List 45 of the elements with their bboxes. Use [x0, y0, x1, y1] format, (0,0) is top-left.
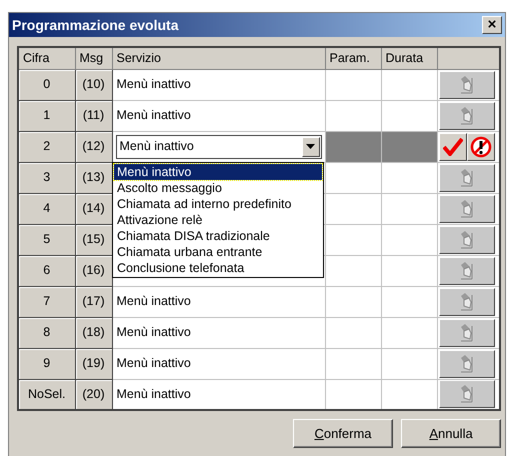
dialog-button[interactable]: Annulla: [401, 419, 501, 448]
column-header: Servizio: [112, 47, 325, 69]
message-cell: (19): [75, 348, 112, 379]
message-cell: (10): [75, 69, 112, 100]
dialog-button[interactable]: Conferma: [293, 419, 393, 448]
message-cell: (12): [75, 131, 112, 162]
dropdown-option[interactable]: Ascolto messaggio: [114, 180, 322, 196]
column-header: Msg: [75, 47, 112, 69]
message-cell: (13): [75, 162, 112, 193]
dropdown-option[interactable]: Chiamata urbana entrante: [114, 244, 322, 260]
digit-cell: 0: [18, 69, 75, 100]
message-cell: (16): [75, 255, 112, 286]
digit-cell: 3: [18, 162, 75, 193]
cancel-button[interactable]: [466, 132, 494, 160]
close-button[interactable]: ×: [482, 16, 502, 34]
service-cell: Menù inattivo: [112, 100, 325, 131]
service-cell: Menù inattivo: [112, 69, 325, 100]
message-cell: (11): [75, 100, 112, 131]
digit-cell: 9: [18, 348, 75, 379]
digit-cell: 4: [18, 193, 75, 224]
no-entry-icon: [470, 136, 492, 158]
column-header: Param.: [325, 47, 381, 69]
digit-cell: 5: [18, 224, 75, 255]
column-header: Cifra: [18, 47, 75, 69]
digit-cell: 6: [18, 255, 75, 286]
dropdown-option[interactable]: Menù inattivo: [114, 164, 322, 180]
message-cell: (14): [75, 193, 112, 224]
digit-cell: 7: [18, 286, 75, 317]
digit-cell: 1: [18, 100, 75, 131]
digit-cell: 8: [18, 317, 75, 348]
service-cell: Menù inattivo: [112, 348, 325, 379]
column-header: Durata: [381, 47, 437, 69]
check-icon: [442, 138, 462, 156]
window-title: Programmazione evoluta: [12, 16, 178, 35]
message-cell: (15): [75, 224, 112, 255]
message-cell: (17): [75, 286, 112, 317]
service-combo[interactable]: Menù inattivo: [116, 134, 322, 158]
dropdown-option[interactable]: Attivazione relè: [114, 212, 322, 228]
service-cell: Menù inattivo: [112, 317, 325, 348]
digit-cell: 2: [18, 131, 75, 162]
digit-cell: NoSel.: [18, 379, 75, 410]
confirm-button[interactable]: [438, 132, 466, 160]
message-cell: (20): [75, 379, 112, 410]
service-cell: Menù inattivo: [112, 286, 325, 317]
message-cell: (18): [75, 317, 112, 348]
